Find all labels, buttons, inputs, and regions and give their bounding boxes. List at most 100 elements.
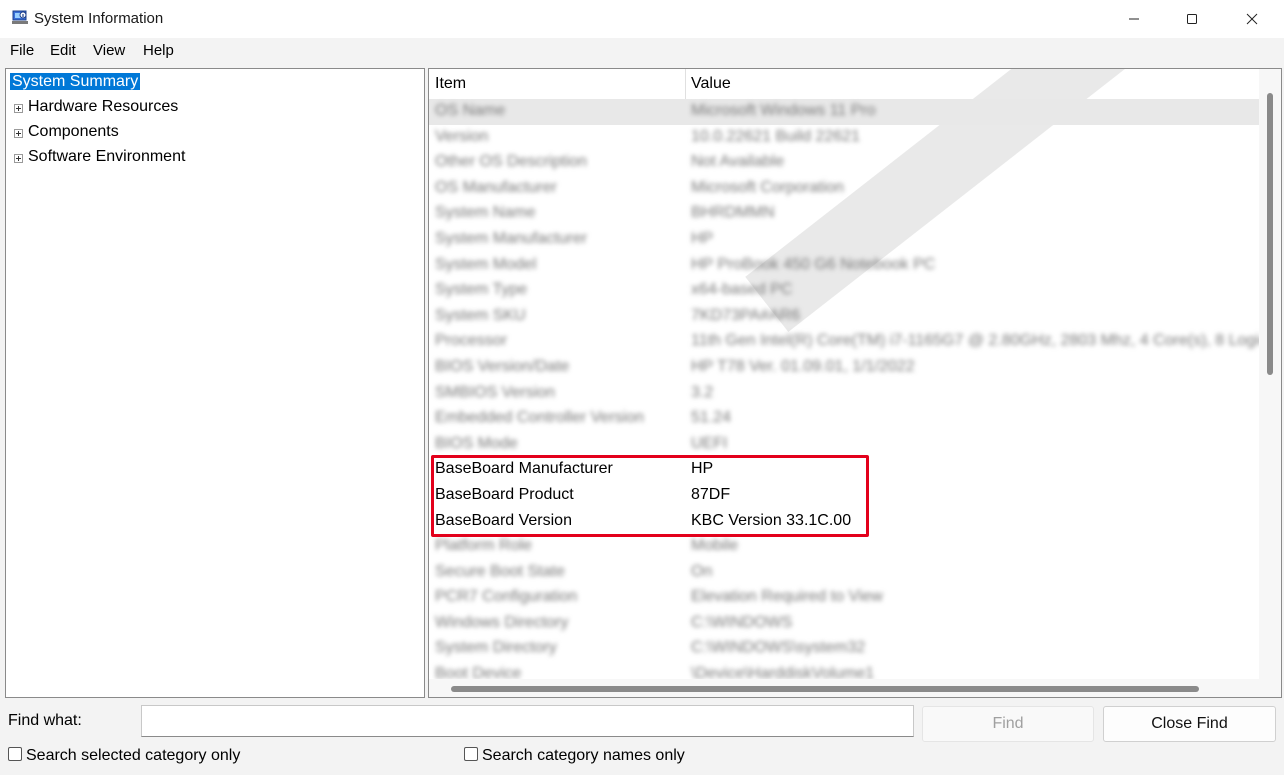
- find-button[interactable]: Find: [922, 706, 1094, 742]
- horizontal-scrollbar[interactable]: [429, 679, 1281, 697]
- table-row[interactable]: Processor 11th Gen Intel(R) Core(TM) i7-1…: [429, 329, 1261, 355]
- tree-item-system-summary[interactable]: System Summary: [10, 73, 141, 91]
- row-value-cell: C:\WINDOWS: [691, 613, 793, 631]
- row-value-cell: On: [691, 562, 713, 580]
- table-row[interactable]: OS Manufacturer Microsoft Corporation: [429, 176, 1259, 202]
- table-row[interactable]: BaseBoard Version KBC Version 33.1C.00: [429, 509, 1259, 535]
- table-row[interactable]: PCR7 Configuration Elevation Required to …: [429, 585, 1259, 611]
- row-value-cell: Mobile: [691, 537, 739, 555]
- row-value-cell: HP: [691, 229, 714, 247]
- tree-item-hardware-resources[interactable]: Hardware Resources: [14, 98, 178, 116]
- row-value-cell: KBC Version 33.1C.00: [691, 511, 852, 529]
- row-item-cell: SMBIOS Version: [435, 383, 556, 401]
- checkbox-label: Search selected category only: [26, 747, 241, 764]
- table-row[interactable]: BIOS Version/Date HP T78 Ver. 01.09.01, 1…: [429, 355, 1259, 381]
- table-row[interactable]: System SKU 7KD73PA#AR6: [429, 304, 1259, 330]
- row-item-cell: System SKU: [435, 306, 526, 324]
- expand-plus-icon[interactable]: [14, 129, 23, 138]
- checkbox-box[interactable]: [464, 747, 478, 761]
- minimize-icon: [1129, 18, 1139, 20]
- table-row[interactable]: SMBIOS Version 3.2: [429, 381, 1259, 407]
- table-row[interactable]: System Name BHRDMMN: [429, 201, 1259, 227]
- table-row[interactable]: Other OS Description Not Available: [429, 150, 1259, 176]
- tree-item-label: Components: [28, 123, 119, 140]
- close-find-button[interactable]: Close Find: [1103, 706, 1276, 742]
- row-item-cell: Embedded Controller Version: [435, 409, 645, 427]
- search-selected-category-checkbox[interactable]: Search selected category only: [8, 747, 240, 765]
- row-item-cell: System Manufacturer: [435, 229, 588, 247]
- checkbox-box[interactable]: [8, 747, 22, 761]
- table-row[interactable]: System Type x64-based PC: [429, 278, 1259, 304]
- row-item-cell: BaseBoard Product: [435, 485, 574, 503]
- table-row[interactable]: BaseBoard Manufacturer HP: [429, 457, 1259, 483]
- tree-item-label: Hardware Resources: [28, 98, 179, 115]
- menu-view[interactable]: View: [93, 42, 125, 59]
- details-list[interactable]: Item Value OS Name Microsoft Windows 11 P…: [428, 68, 1282, 698]
- vertical-scrollbar[interactable]: [1259, 69, 1281, 697]
- row-item-cell: BaseBoard Version: [435, 511, 572, 529]
- row-value-cell: 7KD73PA#AR6: [691, 306, 801, 324]
- menu-file[interactable]: File: [10, 42, 34, 59]
- tree-item-components[interactable]: Components: [14, 123, 119, 141]
- table-row[interactable]: System Model HP ProBook 450 G6 Notebook P…: [429, 253, 1259, 279]
- row-item-cell: Windows Directory: [435, 613, 569, 631]
- row-item-cell: BaseBoard Manufacturer: [435, 460, 613, 478]
- table-row[interactable]: Secure Boot State On: [429, 560, 1259, 586]
- row-item-cell: OS Name: [435, 102, 506, 119]
- row-item-cell: BIOS Mode: [435, 434, 518, 452]
- close-window-button[interactable]: [1222, 0, 1282, 38]
- row-value-cell: HP ProBook 450 G6 Notebook PC: [691, 255, 936, 273]
- tree-item-label: Software Environment: [28, 148, 186, 165]
- row-value-cell: Elevation Required to View: [691, 588, 883, 606]
- vertical-scrollbar-thumb[interactable]: [1267, 93, 1273, 375]
- menu-bar: File Edit View Help: [0, 38, 1284, 64]
- row-value-cell: HP T78 Ver. 01.09.01, 1/1/2022: [691, 357, 915, 375]
- expand-plus-icon[interactable]: [14, 154, 23, 163]
- row-value-cell: Microsoft Windows 11 Pro: [691, 102, 876, 119]
- row-item-cell: PCR7 Configuration: [435, 588, 578, 606]
- row-value-cell: 51.24: [691, 409, 732, 427]
- column-divider[interactable]: [685, 69, 686, 99]
- row-item-cell: Secure Boot State: [435, 562, 565, 580]
- row-value-cell: UEFI: [691, 434, 728, 452]
- row-item-cell: System Name: [435, 204, 536, 222]
- find-what-input[interactable]: [141, 705, 914, 737]
- row-value-cell: 3.2: [691, 383, 714, 401]
- table-row[interactable]: Embedded Controller Version 51.24: [429, 406, 1259, 432]
- expand-plus-icon[interactable]: [14, 104, 23, 113]
- table-row[interactable]: Windows Directory C:\WINDOWS: [429, 611, 1259, 637]
- close-icon: [1246, 13, 1258, 25]
- minimize-button[interactable]: [1104, 0, 1164, 38]
- row-value-cell: 87DF: [691, 485, 731, 503]
- table-row[interactable]: System Directory C:\WINDOWS\system32: [429, 636, 1259, 662]
- horizontal-scrollbar-thumb[interactable]: [451, 686, 1199, 692]
- column-header-item[interactable]: Item: [435, 75, 466, 93]
- row-value-cell: C:\WINDOWS\system32: [691, 639, 866, 657]
- row-item-cell: System Type: [435, 281, 528, 299]
- window-title: System Information: [34, 10, 164, 27]
- row-item-cell: BIOS Version/Date: [435, 357, 570, 375]
- row-item-cell: Other OS Description: [435, 153, 588, 171]
- menu-help[interactable]: Help: [143, 42, 174, 59]
- table-row[interactable]: BaseBoard Product 87DF: [429, 483, 1259, 509]
- category-tree[interactable]: System Summary Hardware Resources Compon…: [5, 68, 425, 698]
- table-row[interactable]: System Manufacturer HP: [429, 227, 1259, 253]
- row-value-cell: Microsoft Corporation: [691, 178, 844, 196]
- maximize-icon: [1187, 14, 1197, 24]
- row-item-cell: OS Manufacturer: [435, 178, 557, 196]
- column-header-value[interactable]: Value: [691, 75, 731, 93]
- title-bar: System Information: [0, 0, 1284, 38]
- maximize-button[interactable]: [1162, 0, 1222, 38]
- tree-item-software-environment[interactable]: Software Environment: [14, 148, 185, 166]
- system-information-app-icon: [12, 10, 28, 24]
- row-item-cell: Platform Role: [435, 537, 532, 555]
- table-row[interactable]: BIOS Mode UEFI: [429, 432, 1259, 458]
- search-category-names-checkbox[interactable]: Search category names only: [464, 747, 685, 765]
- row-value-cell: 10.0.22621 Build 22621: [691, 127, 861, 145]
- row-item-cell: System Directory: [435, 639, 557, 657]
- find-what-label: Find what:: [8, 712, 82, 729]
- menu-edit[interactable]: Edit: [50, 42, 76, 59]
- table-row[interactable]: OS Name Microsoft Windows 11 Pro: [429, 99, 1259, 125]
- table-row[interactable]: Version 10.0.22621 Build 22621: [429, 125, 1259, 151]
- table-row[interactable]: Platform Role Mobile: [429, 534, 1259, 560]
